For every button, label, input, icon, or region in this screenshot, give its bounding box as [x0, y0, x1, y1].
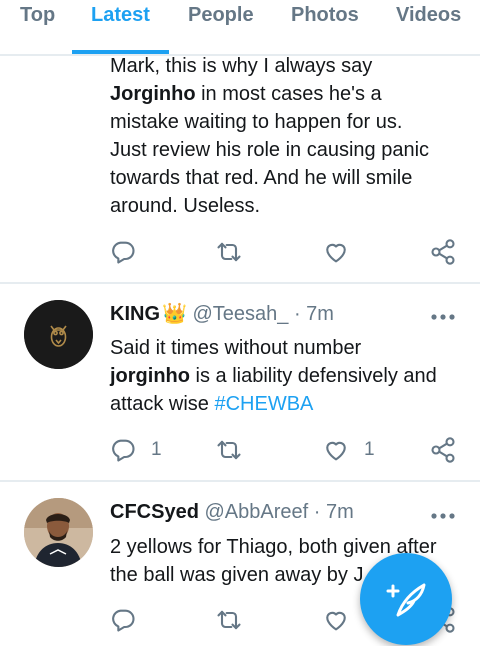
tweet-text: Said it times without number jorginho is … [110, 334, 470, 418]
author-handle[interactable]: @AbbAreef [204, 501, 308, 523]
retweet-icon[interactable] [215, 606, 243, 634]
active-tab-indicator [72, 50, 169, 54]
tweet-text-line: mistake waiting to happen for us. [110, 108, 470, 136]
tweet-text-line: Jorginho in most cases he's a [110, 80, 470, 108]
crown-emoji: 👑 [162, 303, 187, 325]
tab-videos[interactable]: Videos [396, 2, 461, 28]
tweet-time: · 7m [293, 303, 334, 325]
share-icon[interactable] [429, 436, 457, 464]
text-run: in most cases he's a [195, 83, 382, 105]
text-run: the ball was given away by J [110, 564, 364, 586]
text-run: mistake waiting to happen for us. [110, 111, 403, 133]
more-options-icon[interactable] [430, 508, 456, 519]
text-run: Just review his role in causing panic [110, 139, 430, 161]
owl-logo-icon [24, 300, 93, 369]
like-count: 1 [364, 439, 375, 460]
text-run: around. Useless. [110, 195, 261, 217]
highlighted-keyword: Jorginho [110, 83, 196, 105]
highlighted-keyword: jorginho [110, 365, 190, 387]
retweet-icon[interactable] [215, 436, 243, 464]
tweet-text-line: jorginho is a liability defensively and [110, 362, 470, 390]
retweet-icon[interactable] [215, 238, 243, 266]
tweet-header: KING 👑 @Teesah_ · 7m [110, 301, 334, 327]
avatar[interactable] [24, 498, 93, 567]
text-run: Mark, this is why I always say [110, 55, 373, 77]
tab-top[interactable]: Top [20, 2, 55, 28]
text-run: towards that red. And he will smile [110, 167, 413, 189]
tweet-text-line: Mark, this is why I always say [110, 52, 470, 80]
tweet-time: · 7m [313, 501, 354, 523]
reply-count: 1 [151, 439, 162, 460]
tweet-text-line: Said it times without number [110, 334, 470, 362]
more-options-icon[interactable] [430, 309, 456, 320]
tweet-text: Mark, this is why I always say Jorginho i… [110, 52, 470, 220]
tweet-divider [0, 480, 480, 482]
reply-icon[interactable] [109, 606, 137, 634]
avatar[interactable] [24, 300, 93, 369]
like-icon[interactable] [322, 436, 350, 464]
author-name[interactable]: KING [110, 303, 160, 325]
reply-icon[interactable] [109, 238, 137, 266]
tweet-text-line: attack wise #CHEWBA [110, 390, 470, 418]
like-icon[interactable] [322, 606, 350, 634]
like-icon[interactable] [322, 238, 350, 266]
user-photo-icon [24, 498, 93, 567]
text-run: Said it times without number [110, 337, 362, 359]
tweet-text-line: around. Useless. [110, 192, 470, 220]
tweet-text-line: towards that red. And he will smile [110, 164, 470, 192]
compose-tweet-icon [386, 583, 426, 617]
tab-latest[interactable]: Latest [91, 2, 150, 28]
tweet-text-line: Just review his role in causing panic [110, 136, 470, 164]
tab-people[interactable]: People [188, 2, 254, 28]
share-icon[interactable] [429, 238, 457, 266]
hashtag-link[interactable]: #CHEWBA [214, 393, 313, 415]
author-handle[interactable]: @Teesah_ [192, 303, 288, 325]
author-name[interactable]: CFCSyed [110, 501, 199, 523]
tweet-header: CFCSyed @AbbAreef · 7m [110, 499, 354, 525]
text-run: 2 yellows for Thiago, both given after [110, 536, 437, 558]
text-run: is a liability defensively and [189, 365, 437, 387]
search-tabs: Top Latest People Photos Videos [0, 0, 480, 56]
text-run: attack wise [110, 393, 215, 415]
reply-icon[interactable] [109, 436, 137, 464]
tab-photos[interactable]: Photos [291, 2, 359, 28]
compose-tweet-button[interactable] [360, 553, 452, 645]
tweet-divider [0, 282, 480, 284]
